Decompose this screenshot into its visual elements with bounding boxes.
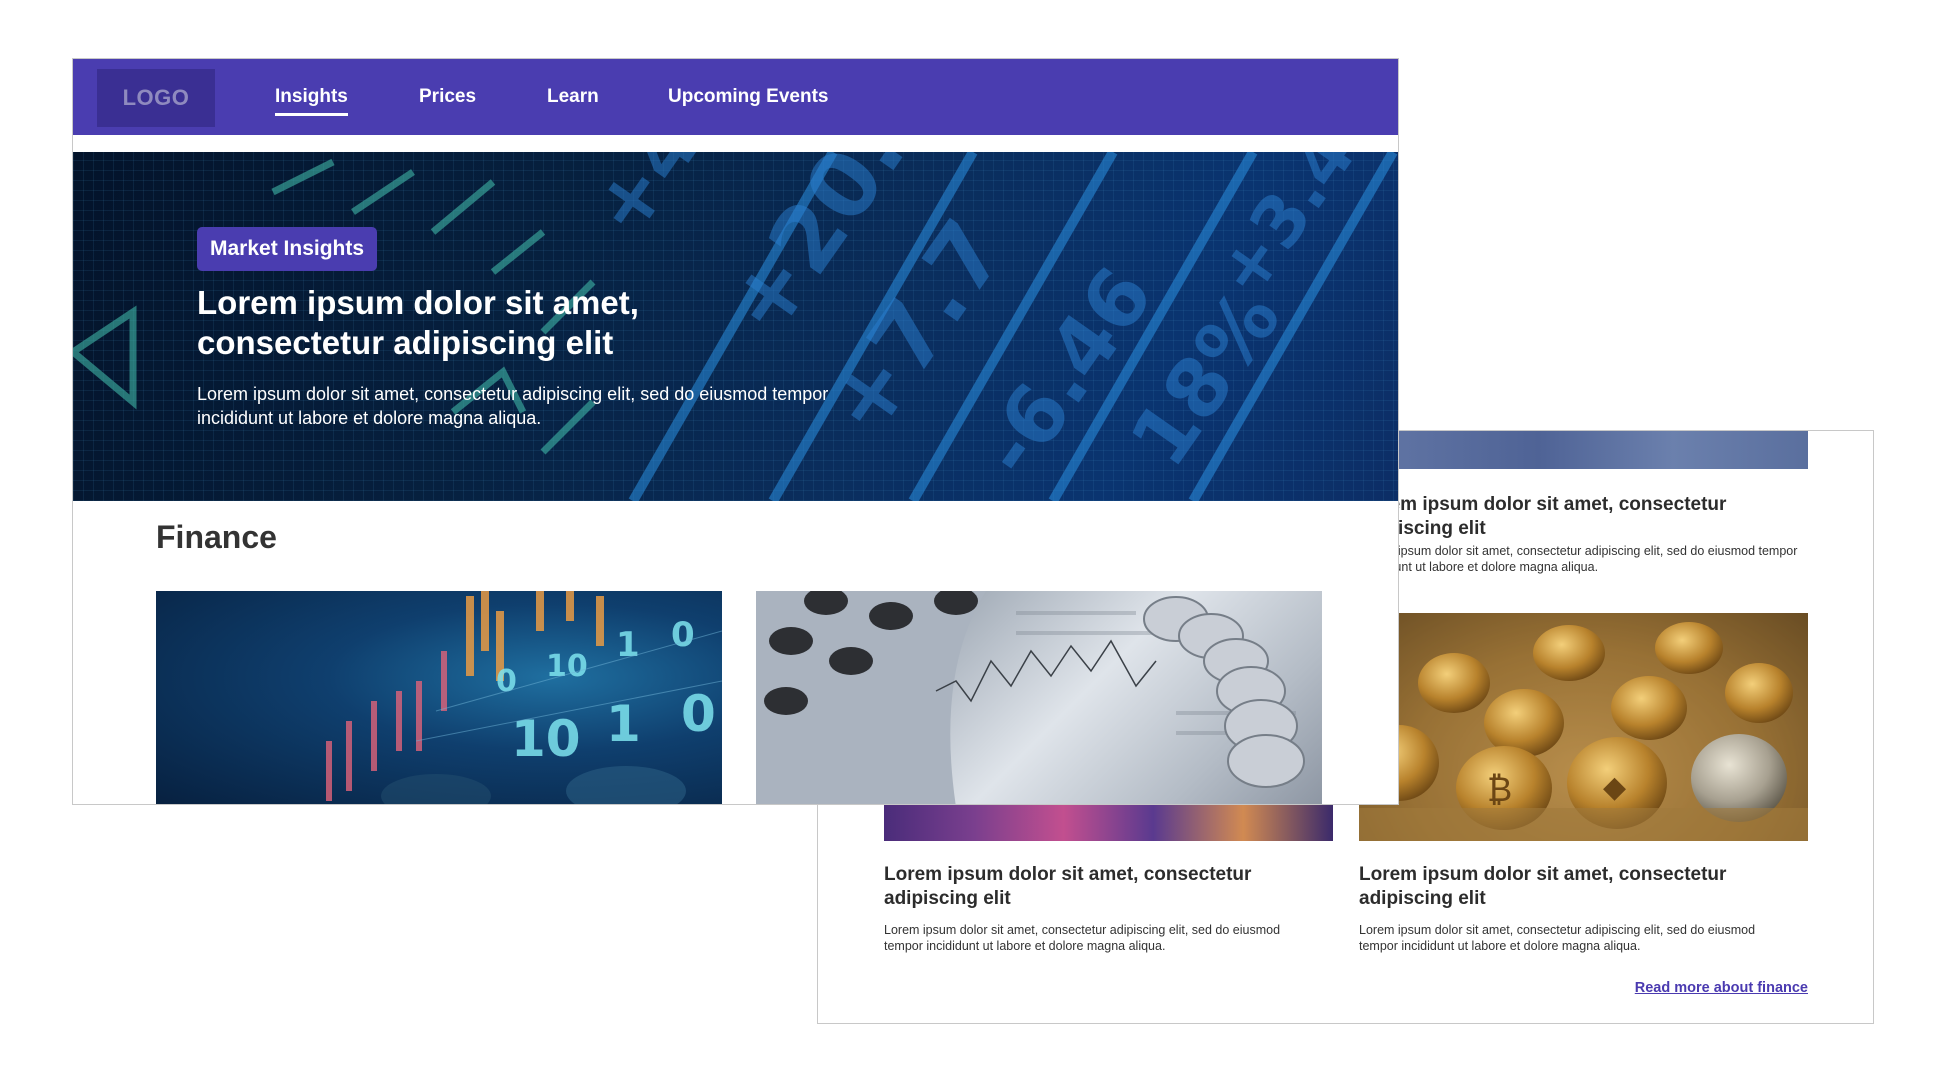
card-excerpt: Lorem ipsum dolor sit amet, consectetur …: [884, 923, 1281, 953]
data-glyph: 1: [616, 625, 640, 665]
logo[interactable]: LOGO: [97, 69, 215, 127]
calculator-coins-image[interactable]: [756, 591, 1322, 804]
card-excerpt: Lorem ipsum dolor sit amet, consectetur …: [1359, 544, 1798, 574]
card-title[interactable]: Lorem ipsum dolor sit amet, consectetur …: [884, 863, 1304, 911]
front-window: LOGO Insights Prices Learn Upcoming Even…: [72, 58, 1399, 805]
card-title[interactable]: Lorem ipsum dolor sit amet, consectetur …: [1359, 493, 1799, 541]
crypto-coins-illustration: ₿ ◆: [1359, 613, 1808, 841]
nav-item-learn[interactable]: Learn: [547, 86, 599, 113]
calculator-coins-illustration: [756, 591, 1305, 804]
card-excerpt: Lorem ipsum dolor sit amet, consectetur …: [1359, 923, 1756, 953]
data-glyph: 1: [606, 695, 641, 753]
card-image-partial: [1359, 431, 1808, 469]
digital-finance-illustration: 0 10 1 0 10 1 0: [326, 591, 722, 804]
data-glyph: 0: [681, 685, 716, 743]
read-more-link[interactable]: Read more about finance: [1635, 980, 1808, 996]
svg-text:₿: ₿: [1487, 770, 1512, 810]
hero-title: Lorem ipsum dolor sit amet, consectetur …: [197, 284, 639, 361]
crypto-coins-image[interactable]: ₿ ◆: [1359, 613, 1808, 841]
hero-category-badge[interactable]: Market Insights: [197, 227, 378, 271]
hero-description: Lorem ipsum dolor sit amet, consectetur …: [197, 384, 829, 428]
nav-item-prices[interactable]: Prices: [419, 86, 476, 113]
ticker-glyph: +4.: [572, 152, 736, 253]
data-glyph: 0: [671, 615, 695, 655]
card-image-city-lights[interactable]: [884, 803, 1333, 841]
card-title[interactable]: Lorem ipsum dolor sit amet, consectetur …: [1359, 863, 1779, 911]
hero-banner: +4. +20.8 +7.7 -6.46 18% +3.4 Market Ins…: [73, 152, 1398, 501]
nav-item-insights[interactable]: Insights: [275, 86, 348, 116]
data-glyph: 10: [511, 710, 581, 768]
nav-item-upcoming-events[interactable]: Upcoming Events: [668, 86, 828, 113]
svg-text:◆: ◆: [1603, 770, 1626, 805]
top-navbar: LOGO Insights Prices Learn Upcoming Even…: [73, 59, 1398, 135]
section-title: Finance: [156, 519, 277, 555]
data-chart-image[interactable]: 0 10 1 0 10 1 0: [156, 591, 722, 804]
